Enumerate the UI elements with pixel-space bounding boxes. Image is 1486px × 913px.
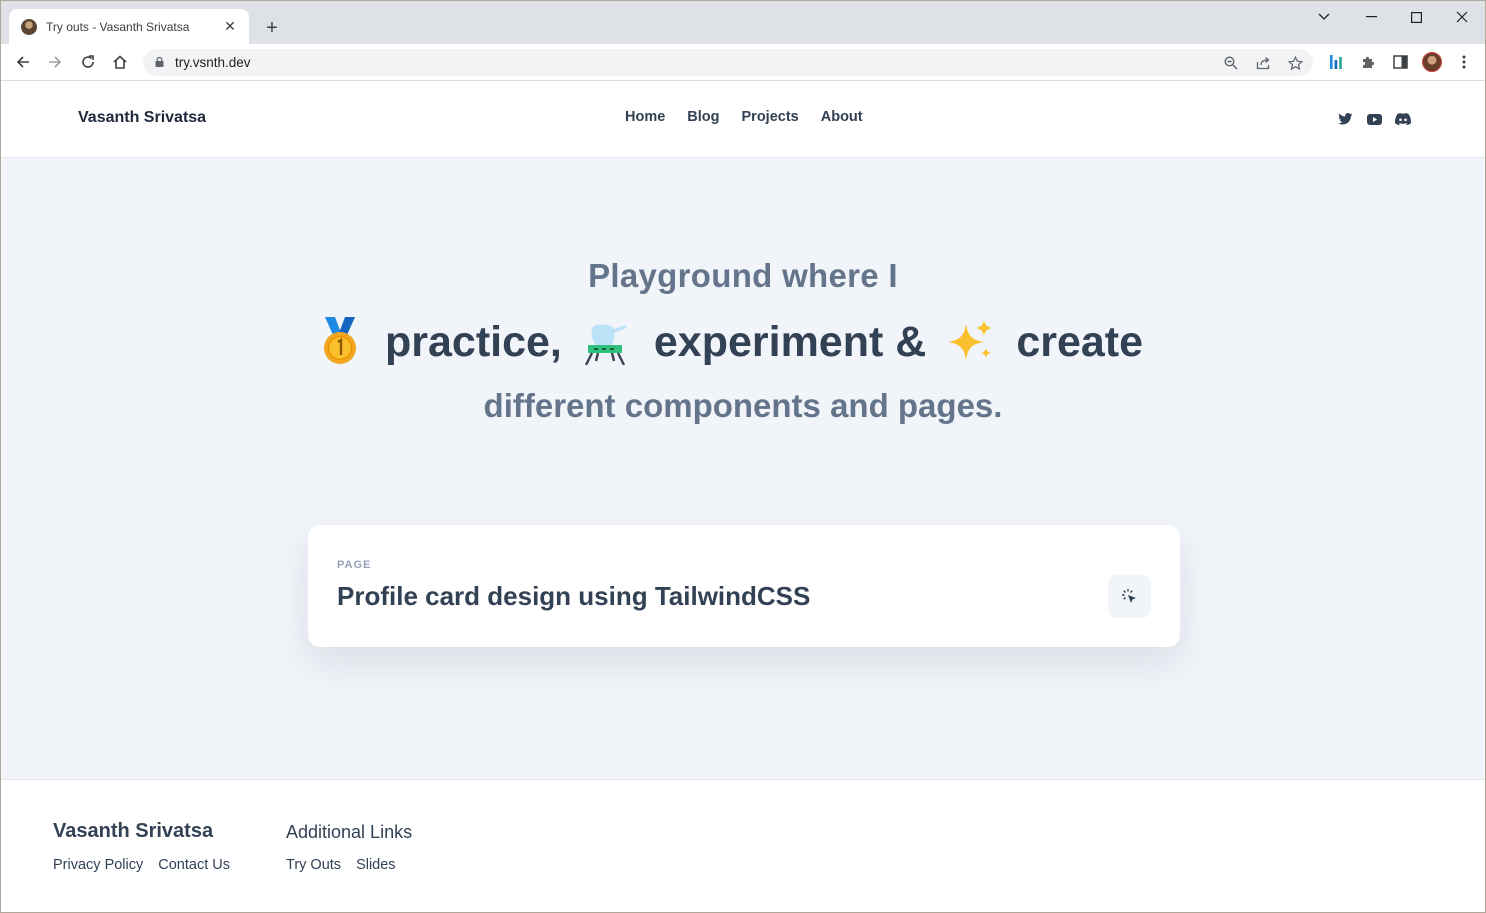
back-icon[interactable] [10, 49, 36, 75]
new-tab-button[interactable]: + [259, 15, 285, 41]
hero-line-3: different components and pages. [483, 387, 1003, 424]
tab-strip: Try outs - Vasanth Srivatsa ✕ + [1, 1, 1485, 44]
favicon-icon [21, 18, 37, 35]
extensions-puzzle-icon[interactable] [1355, 49, 1381, 75]
nav-home[interactable]: Home [625, 109, 665, 125]
maximize-icon[interactable] [1393, 1, 1439, 33]
hero-word-practice: practice, [385, 317, 562, 366]
site-header: Vasanth Srivatsa Home Blog Projects Abou… [1, 81, 1485, 158]
url-text: try.vsnth.dev [175, 55, 251, 70]
site-footer: Vasanth Srivatsa Privacy Policy Contact … [1, 779, 1485, 912]
close-window-icon[interactable] [1439, 1, 1485, 33]
footer-links-1: Privacy Policy Contact Us [53, 857, 230, 873]
footer-brand: Vasanth Srivatsa [53, 820, 214, 842]
footer-link-privacy[interactable]: Privacy Policy [53, 857, 143, 873]
brand-link[interactable]: Vasanth Srivatsa [78, 109, 206, 127]
share-icon[interactable] [1251, 51, 1275, 75]
menu-kebab-icon[interactable] [1451, 49, 1477, 75]
discord-icon[interactable] [1395, 111, 1411, 127]
hero-line-2: practice, experiment & create [317, 312, 1187, 372]
hero-word-experiment: experiment & [653, 317, 927, 366]
forward-icon[interactable] [42, 49, 68, 75]
lock-icon [155, 57, 164, 67]
nav-about[interactable]: About [821, 109, 863, 125]
extension-bars-icon[interactable] [1323, 49, 1349, 75]
reload-icon[interactable] [75, 49, 101, 75]
browser-tab[interactable]: Try outs - Vasanth Srivatsa ✕ [9, 9, 249, 44]
browser-toolbar: try.vsnth.dev [1, 44, 1485, 81]
hero-line-1: Playground where I [588, 257, 898, 294]
bookmark-star-icon[interactable] [1283, 51, 1307, 75]
tab-close-icon[interactable]: ✕ [221, 18, 239, 36]
profile-avatar[interactable] [1419, 49, 1445, 75]
footer-link-contact[interactable]: Contact Us [158, 857, 230, 873]
footer-additional-title: Additional Links [286, 822, 413, 842]
medal-icon [324, 317, 356, 364]
tab-search-icon[interactable] [1301, 1, 1347, 33]
youtube-icon[interactable] [1366, 111, 1382, 127]
footer-link-tryouts[interactable]: Try Outs [286, 857, 341, 873]
nav-blog[interactable]: Blog [687, 109, 719, 125]
card-kicker: PAGE [337, 559, 372, 571]
footer-links-2: Try Outs Slides [286, 857, 396, 873]
main-nav: Home Blog Projects About [625, 109, 863, 125]
side-panel-icon[interactable] [1387, 49, 1413, 75]
minimize-icon[interactable] [1348, 1, 1394, 33]
avatar-image [1422, 52, 1442, 72]
card-title[interactable]: Profile card design using TailwindCSS [337, 581, 810, 612]
sparkles-icon [948, 320, 993, 360]
twitter-icon[interactable] [1337, 111, 1353, 127]
home-icon[interactable] [107, 49, 133, 75]
page-card[interactable]: PAGE Profile card design using TailwindC… [308, 525, 1180, 647]
browser-window: Try outs - Vasanth Srivatsa ✕ + try.vsnt… [0, 0, 1486, 913]
hero-section: Playground where I practice, experiment … [1, 257, 1485, 424]
footer-link-slides[interactable]: Slides [356, 857, 396, 873]
web-page: Vasanth Srivatsa Home Blog Projects Abou… [1, 81, 1485, 912]
address-bar[interactable]: try.vsnth.dev [143, 49, 1313, 76]
hero-word-create: create [1016, 317, 1144, 366]
cursor-click-icon [1121, 588, 1136, 603]
nav-projects[interactable]: Projects [742, 109, 799, 125]
alembic-icon [584, 324, 626, 365]
tab-title: Try outs - Vasanth Srivatsa [46, 19, 190, 34]
zoom-icon[interactable] [1219, 51, 1243, 75]
open-page-button[interactable] [1108, 575, 1151, 618]
